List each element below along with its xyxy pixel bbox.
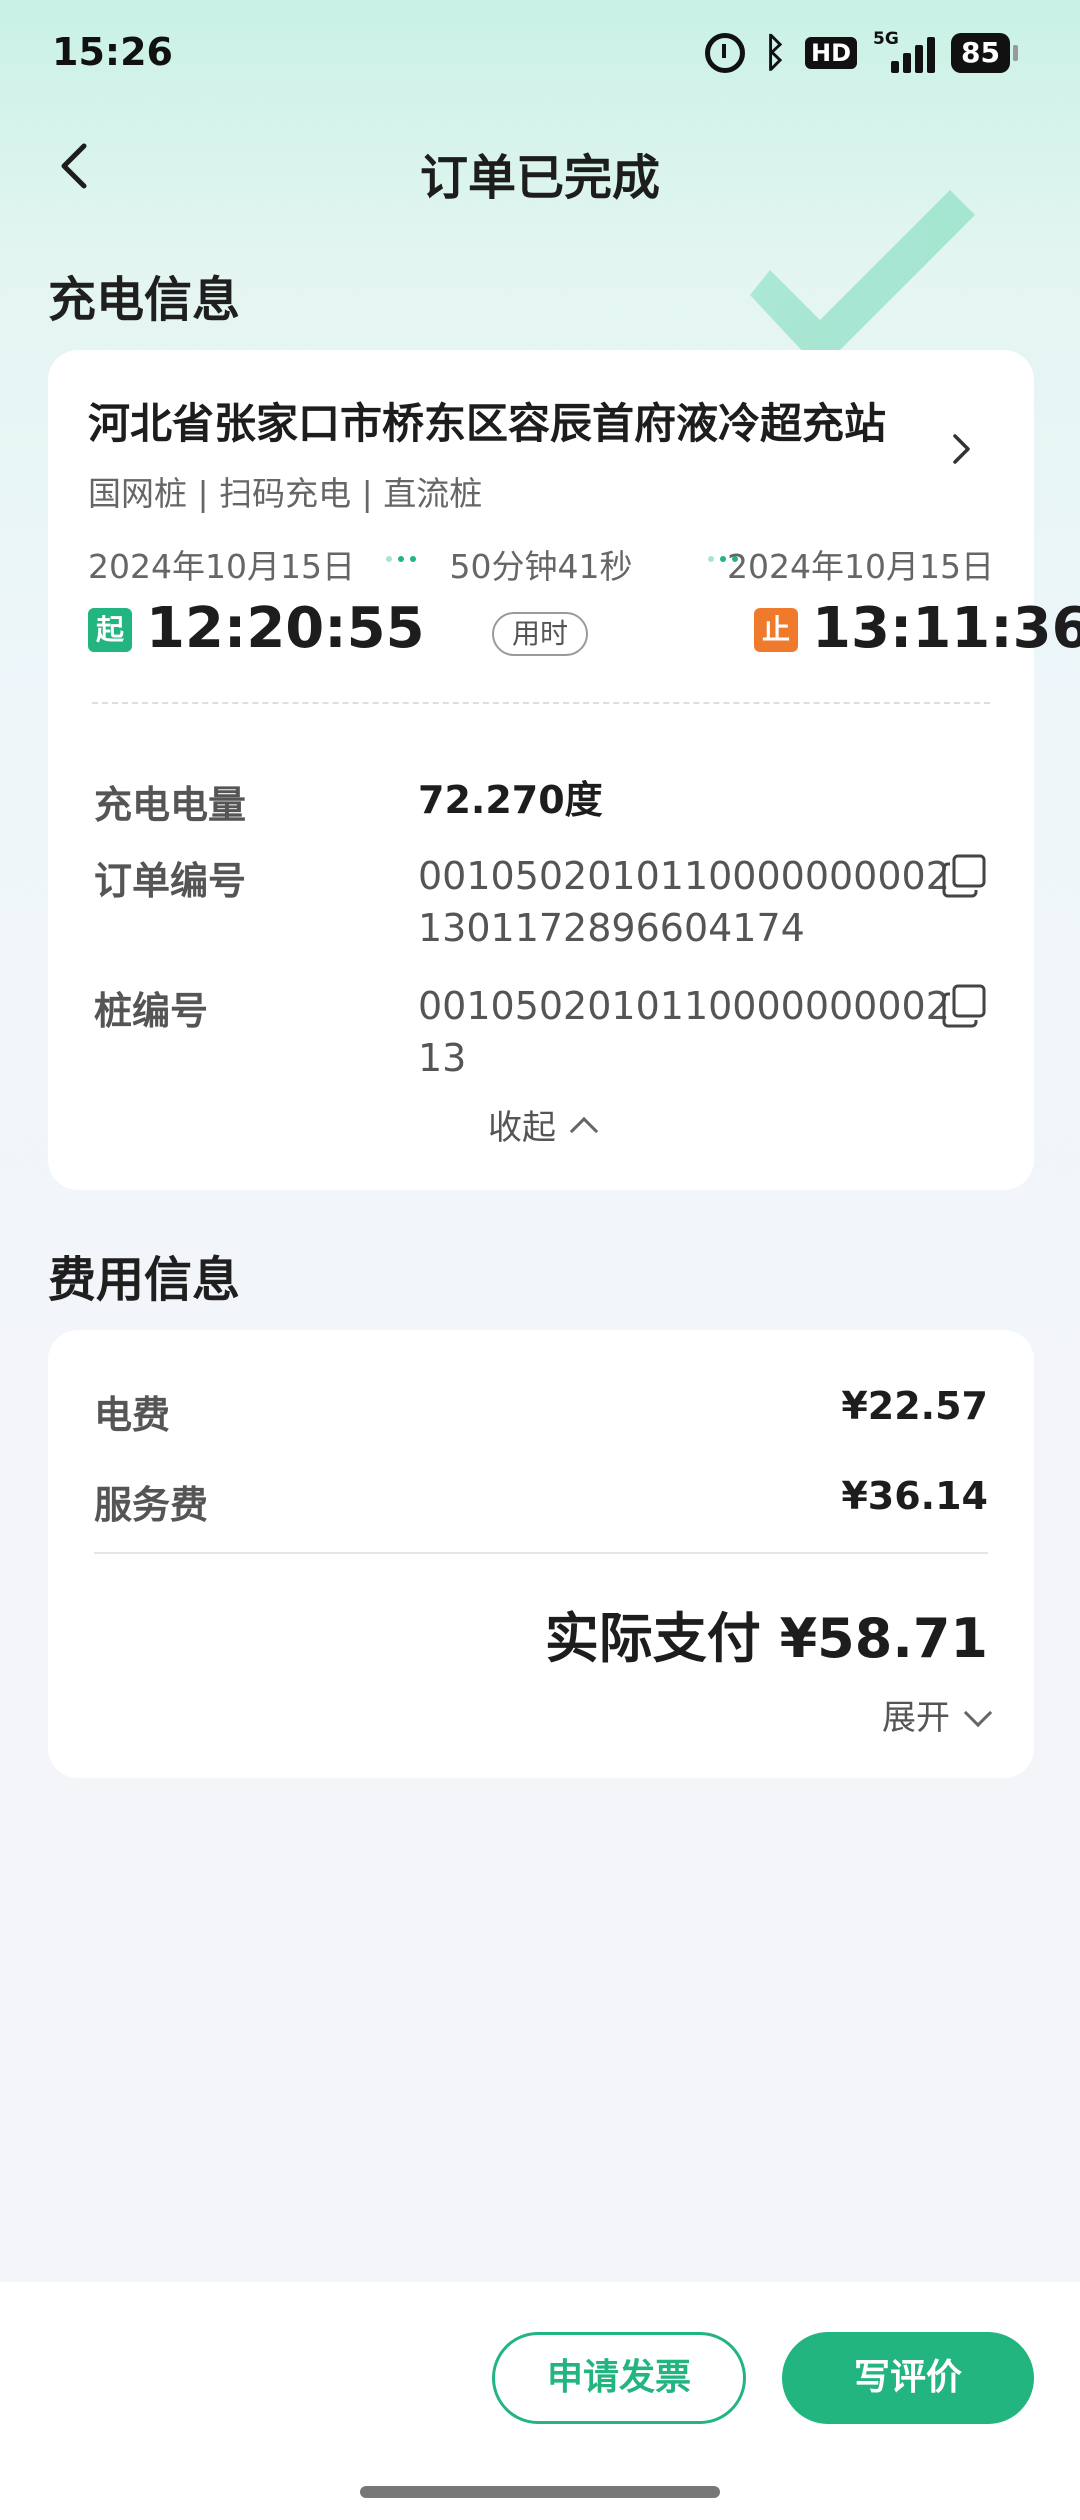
order-number-line1: 0010502010110000000002 <box>418 854 950 898</box>
network-type: 5G <box>873 29 899 49</box>
service-fee-amount: ¥36.14 <box>841 1474 988 1518</box>
expand-label: 展开 <box>882 1698 950 1738</box>
info-row-energy: 充电电量 72.270度 <box>94 774 988 830</box>
home-indicator[interactable] <box>360 2486 720 2498</box>
bottom-action-bar: 申请发票 写评价 <box>0 2282 1080 2520</box>
end-badge: 止 <box>754 608 798 652</box>
request-invoice-button[interactable]: 申请发票 <box>492 2332 746 2424</box>
electricity-fee-amount: ¥22.57 <box>841 1384 988 1428</box>
pile-number-line2: 13 <box>418 1036 467 1080</box>
dashed-divider <box>92 702 990 704</box>
bluetooth-icon: ᛒ <box>763 30 788 76</box>
fee-section-title: 费用信息 <box>48 1252 241 1308</box>
charging-section-title: 充电信息 <box>48 272 241 328</box>
station-tags: 国网桩 | 扫码充电 | 直流桩 <box>88 474 483 513</box>
status-icons: ᛒ HD 5G 85 <box>705 29 1018 76</box>
info-row-pile-number: 桩编号 0010502010110000000002 13 <box>94 980 988 1090</box>
order-number-label: 订单编号 <box>94 859 247 903</box>
write-review-button[interactable]: 写评价 <box>782 2332 1034 2424</box>
status-bar: 15:26 ᛒ HD 5G 85 <box>0 0 1080 110</box>
service-fee-label: 服务费 <box>94 1483 209 1527</box>
collapse-label: 收起 <box>488 1108 556 1148</box>
copy-icon[interactable] <box>940 982 988 1030</box>
station-row[interactable]: 河北省张家口市桥东区容辰首府液冷超充站 国网桩 | 扫码充电 | 直流桩 <box>88 390 994 513</box>
fee-row-electricity: 电费 ¥22.57 <box>94 1384 988 1444</box>
pile-number-label: 桩编号 <box>94 989 209 1033</box>
check-decoration-icon <box>750 190 975 370</box>
expand-button[interactable]: 展开 <box>882 1690 993 1739</box>
battery-icon: 85 <box>951 33 1018 73</box>
start-time: 12:20:55 <box>146 596 425 661</box>
copy-icon[interactable] <box>940 852 988 900</box>
station-name: 河北省张家口市桥东区容辰首府液冷超充站 <box>88 399 887 448</box>
chevron-right-icon[interactable] <box>944 432 978 466</box>
charging-time-row: 2024年10月15日 50分钟41秒 2024年10月15日 起 12:20:… <box>88 540 1080 680</box>
pile-number-value: 0010502010110000000002 13 <box>418 980 950 1084</box>
energy-label: 充电电量 <box>94 783 247 827</box>
end-date: 2024年10月15日 <box>727 547 994 586</box>
chevron-down-icon <box>963 1698 993 1728</box>
alarm-icon <box>705 33 746 73</box>
order-number-line2: 1301172896604174 <box>418 906 805 950</box>
collapse-button[interactable]: 收起 <box>48 1100 1034 1149</box>
end-time: 13:11:36 <box>812 596 1080 661</box>
info-row-order-number: 订单编号 0010502010110000000002 130117289660… <box>94 850 988 960</box>
electricity-fee-label: 电费 <box>94 1393 171 1437</box>
order-number-value: 0010502010110000000002 1301172896604174 <box>418 850 950 954</box>
fee-row-service: 服务费 ¥36.14 <box>94 1474 988 1534</box>
fee-info-card: 电费 ¥22.57 服务费 ¥36.14 实际支付 ¥58.71 展开 <box>48 1330 1034 1778</box>
charging-info-card: 河北省张家口市桥东区容辰首府液冷超充站 国网桩 | 扫码充电 | 直流桩 202… <box>48 350 1080 1190</box>
pile-number-line1: 0010502010110000000002 <box>418 984 950 1028</box>
chevron-up-icon <box>569 1116 599 1146</box>
status-time: 15:26 <box>52 30 173 74</box>
start-badge: 起 <box>88 608 132 652</box>
actual-payment-total: 实际支付 ¥58.71 <box>544 1607 988 1670</box>
fee-divider <box>94 1552 988 1554</box>
hd-icon: HD <box>805 37 858 69</box>
5g-signal-icon: 5G <box>873 29 936 73</box>
energy-value: 72.270度 <box>418 778 603 822</box>
used-time-label: 用时 <box>492 612 588 656</box>
